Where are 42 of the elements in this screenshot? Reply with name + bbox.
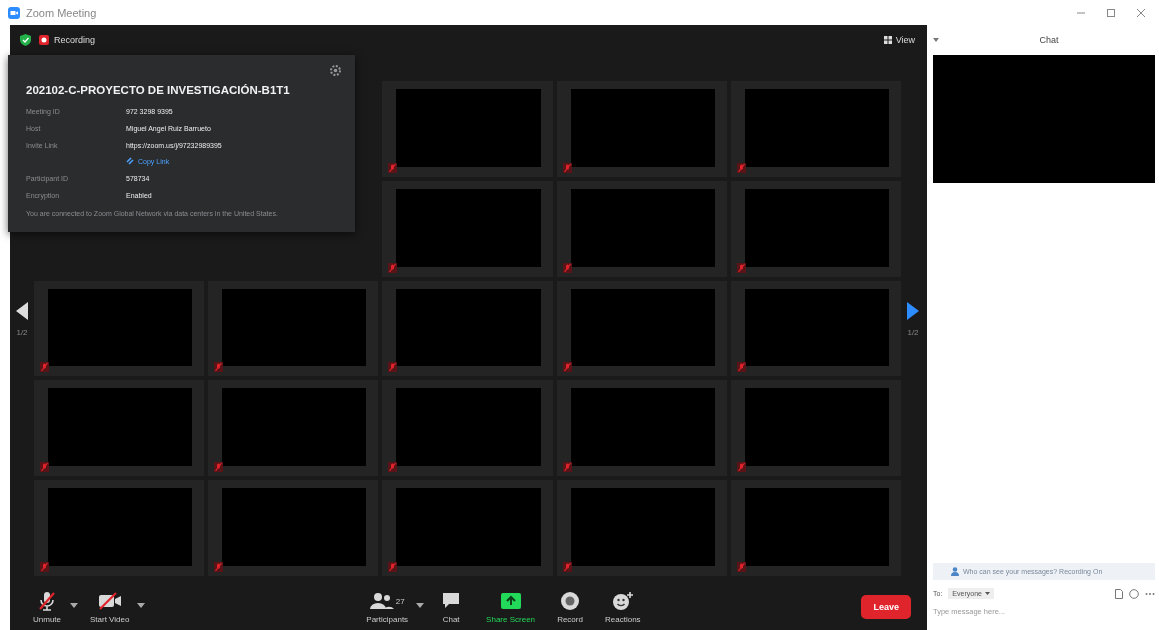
video-off-icon (97, 592, 122, 610)
link-icon (126, 157, 134, 165)
smiley-plus-icon (611, 591, 634, 611)
grid-icon (883, 36, 892, 44)
emoji-icon[interactable] (1129, 588, 1139, 599)
toolbar-button[interactable]: Start Video (82, 588, 138, 626)
toolbar-button[interactable]: Chat (428, 588, 475, 626)
chat-bubble-icon (441, 591, 462, 611)
record-icon (560, 591, 581, 611)
page-indicator: 1/2 (907, 328, 919, 337)
record-dot-icon (39, 35, 49, 45)
window-title: Zoom Meeting (26, 6, 97, 19)
toolbar-button[interactable]: Record (547, 588, 594, 626)
meeting-title: 202102-C-PROYECTO DE INVESTIGACIÓN-B1T1 (26, 84, 291, 96)
caret-icon (984, 592, 990, 595)
toolbar-button[interactable]: Unmute (24, 588, 70, 626)
participant-count: 27 (395, 596, 405, 606)
file-icon[interactable] (1115, 588, 1123, 599)
settings-icon[interactable] (330, 65, 341, 76)
muted-microphone-icon (37, 590, 57, 612)
caret-icon[interactable] (137, 603, 146, 608)
close-icon[interactable] (1137, 8, 1145, 17)
people-icon (369, 592, 394, 610)
toolbar-button[interactable]: Reactions (597, 588, 649, 626)
share-screen-icon (499, 592, 522, 610)
leave-button[interactable]: Leave (861, 595, 911, 619)
app-logo-icon (8, 6, 20, 19)
chat-title: Chat (1038, 35, 1060, 45)
page-indicator: 1/2 (16, 328, 28, 337)
view-button[interactable]: View (883, 35, 915, 45)
more-icon[interactable] (1145, 591, 1155, 596)
person-icon (951, 567, 959, 576)
maximize-icon[interactable] (1107, 8, 1115, 17)
share-screen-button[interactable]: Share Screen (478, 588, 544, 626)
collapse-icon[interactable] (933, 38, 939, 42)
shield-check-icon[interactable] (20, 34, 31, 46)
previous-page-icon[interactable] (16, 302, 28, 320)
toolbar-button[interactable]: 27 Participants (358, 588, 417, 626)
recording-label: Recording (54, 35, 96, 45)
caret-icon[interactable] (70, 603, 78, 608)
next-page-icon[interactable] (907, 302, 919, 320)
caret-icon[interactable] (416, 603, 425, 608)
